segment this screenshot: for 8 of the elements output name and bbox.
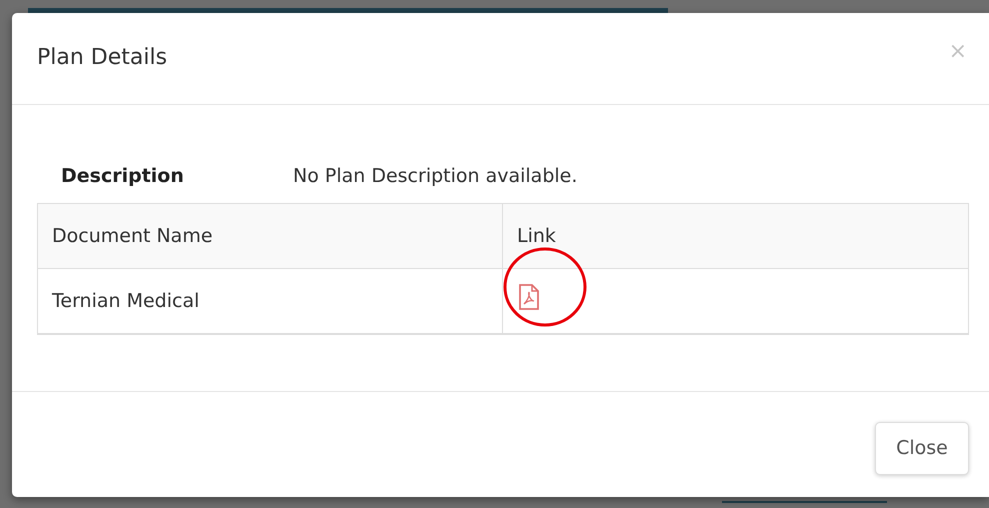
modal-title: Plan Details (37, 45, 168, 72)
description-text: No Plan Description available. (293, 164, 578, 189)
table-cell: Ternian Medical (38, 268, 502, 334)
description-label: Description (61, 164, 185, 189)
column-header: Link (502, 204, 968, 268)
column-header: Document Name (38, 204, 502, 268)
pdf-icon[interactable] (518, 284, 540, 310)
close-button[interactable]: Close (875, 422, 969, 475)
